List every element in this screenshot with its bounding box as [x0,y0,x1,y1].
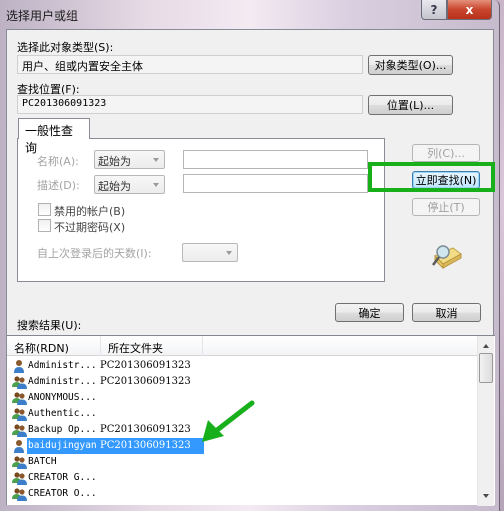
highlight-annotation-box [368,162,495,192]
name-mode-value: 起始为 [98,155,131,168]
object-types-button[interactable]: 对象类型(O)... [368,55,453,75]
search-results-label: 搜索结果(U): [17,319,82,332]
disabled-accounts-checkbox[interactable] [38,203,51,216]
result-row[interactable]: BATCH [7,454,477,470]
group-icon [12,392,27,405]
column-divider[interactable] [100,336,101,356]
result-row[interactable]: Administr... PC201306091323 [7,358,477,374]
disabled-accounts-label: 禁用的帐户(B) [54,205,126,218]
vertical-scrollbar[interactable] [477,336,494,506]
description-mode-select[interactable]: 起始为 [94,175,165,194]
column-header-folder[interactable]: 所在文件夹 [108,340,163,356]
result-folder: PC201306091323 [100,360,191,371]
result-row[interactable]: CREATOR G... [7,470,477,486]
scroll-up-icon[interactable] [483,344,489,348]
tab-common-queries[interactable]: 一般性查询 [18,118,90,155]
result-name: CREATOR O... [28,488,97,499]
result-name: Administr... [28,360,97,371]
object-type-label: 选择此对象类型(S): [17,41,114,54]
group-icon [12,472,27,485]
chevron-down-icon [153,183,159,187]
select-users-groups-dialog: 选择用户或组 ? x 选择此对象类型(S): 用户、组或内置安全主体 对象类型(… [0,0,500,511]
column-header-name[interactable]: 名称(RDN) [14,340,69,356]
help-button[interactable]: ? [421,0,447,20]
result-name: ANONYMOUS... [28,392,97,403]
result-name: Backup Op... [28,424,97,435]
result-folder: PC201306091323 [100,440,191,451]
result-row[interactable]: CREATOR O... [7,486,477,502]
user-icon [14,360,24,373]
window-title: 选择用户或组 [6,9,79,23]
result-name: baidujingyan [28,440,97,451]
title-bar: 选择用户或组 ? x [0,0,500,30]
non-expiring-password-label: 不过期密码(X) [54,221,126,234]
columns-button[interactable]: 列(C)... [412,144,480,162]
search-magnifier-icon [432,245,462,270]
group-icon [12,424,27,437]
days-since-logon-label: 自上次登录后的天数(I): [37,247,152,260]
result-name: Authentic... [28,408,97,419]
description-label: 描述(D): [37,179,80,192]
object-type-field: 用户、组或内置安全主体 [17,55,363,74]
name-label: 名称(A): [37,155,79,168]
cancel-button[interactable]: 取消 [412,303,481,322]
scroll-down-icon[interactable] [483,494,489,498]
location-field: PC201306091323 [17,95,363,114]
days-since-logon-select[interactable] [182,243,238,262]
scroll-thumb[interactable] [479,353,493,383]
chevron-down-icon [153,158,159,162]
name-input[interactable] [183,150,368,169]
user-icon [14,440,24,453]
ok-button[interactable]: 确定 [335,303,404,322]
stop-button[interactable]: 停止(T) [412,198,480,216]
group-icon [12,376,27,389]
arrow-annotation-icon [202,400,255,442]
results-header: 名称(RDN) 所在文件夹 [7,336,477,356]
locations-button[interactable]: 位置(L)... [368,95,453,115]
result-folder: PC201306091323 [100,376,191,387]
description-input[interactable] [183,174,368,193]
result-name: CREATOR G... [28,472,97,483]
result-name: Administr... [28,376,97,387]
chevron-down-icon [226,251,232,255]
result-row[interactable]: Administr... PC201306091323 [7,374,477,390]
result-name: BATCH [28,456,57,467]
column-divider[interactable] [202,336,203,356]
group-icon [12,408,27,421]
non-expiring-password-checkbox[interactable] [38,219,51,232]
result-folder: PC201306091323 [100,424,191,435]
description-mode-value: 起始为 [98,180,131,193]
close-button[interactable]: x [447,0,492,20]
group-icon [12,488,27,501]
common-queries-panel: 名称(A): 起始为 描述(D): 起始为 禁用的帐户(B) 不过期密码(X) … [17,138,385,282]
help-icon: ? [430,2,438,17]
name-mode-select[interactable]: 起始为 [94,150,165,169]
group-icon [12,456,27,469]
close-icon: x [465,2,474,17]
